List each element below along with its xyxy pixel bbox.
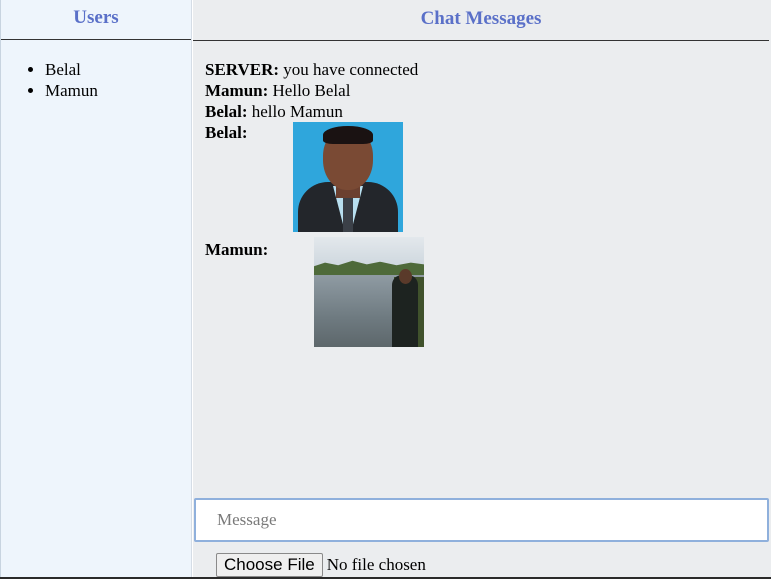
message-sender: SERVER: <box>205 60 280 79</box>
users-title: Users <box>1 0 191 40</box>
message-text: you have connected <box>283 60 419 79</box>
lake-photo <box>314 237 424 347</box>
message-item: SERVER: you have connected <box>205 59 771 80</box>
user-item-belal: Belal <box>45 59 191 80</box>
message-input[interactable] <box>194 498 769 542</box>
message-sender: Mamun: <box>205 81 269 100</box>
choose-file-button[interactable]: Choose File <box>216 553 323 577</box>
image-message-item: Belal: <box>205 122 771 232</box>
message-sender: Belal: <box>205 102 248 121</box>
file-chooser: Choose File No file chosen <box>216 553 426 577</box>
message-list: SERVER: you have connected Mamun: Hello … <box>193 41 771 347</box>
message-sender: Mamun: <box>205 240 269 259</box>
message-text: Hello Belal <box>272 81 351 100</box>
portrait-photo <box>293 122 403 232</box>
user-list: Belal Mamun <box>1 59 191 101</box>
message-text: hello Mamun <box>251 102 343 121</box>
users-sidebar: Users Belal Mamun <box>0 0 192 579</box>
file-status: No file chosen <box>326 555 426 574</box>
image-message-item: Mamun: <box>205 237 771 347</box>
message-item: Mamun: Hello Belal <box>205 80 771 101</box>
message-sender: Belal: <box>205 123 248 142</box>
user-item-mamun: Mamun <box>45 80 191 101</box>
message-item: Belal: hello Mamun <box>205 101 771 122</box>
chat-app: Users Belal Mamun Chat Messages SERVER: … <box>0 0 771 579</box>
chat-title: Chat Messages <box>193 0 769 41</box>
chat-panel: Chat Messages SERVER: you have connected… <box>193 0 771 579</box>
